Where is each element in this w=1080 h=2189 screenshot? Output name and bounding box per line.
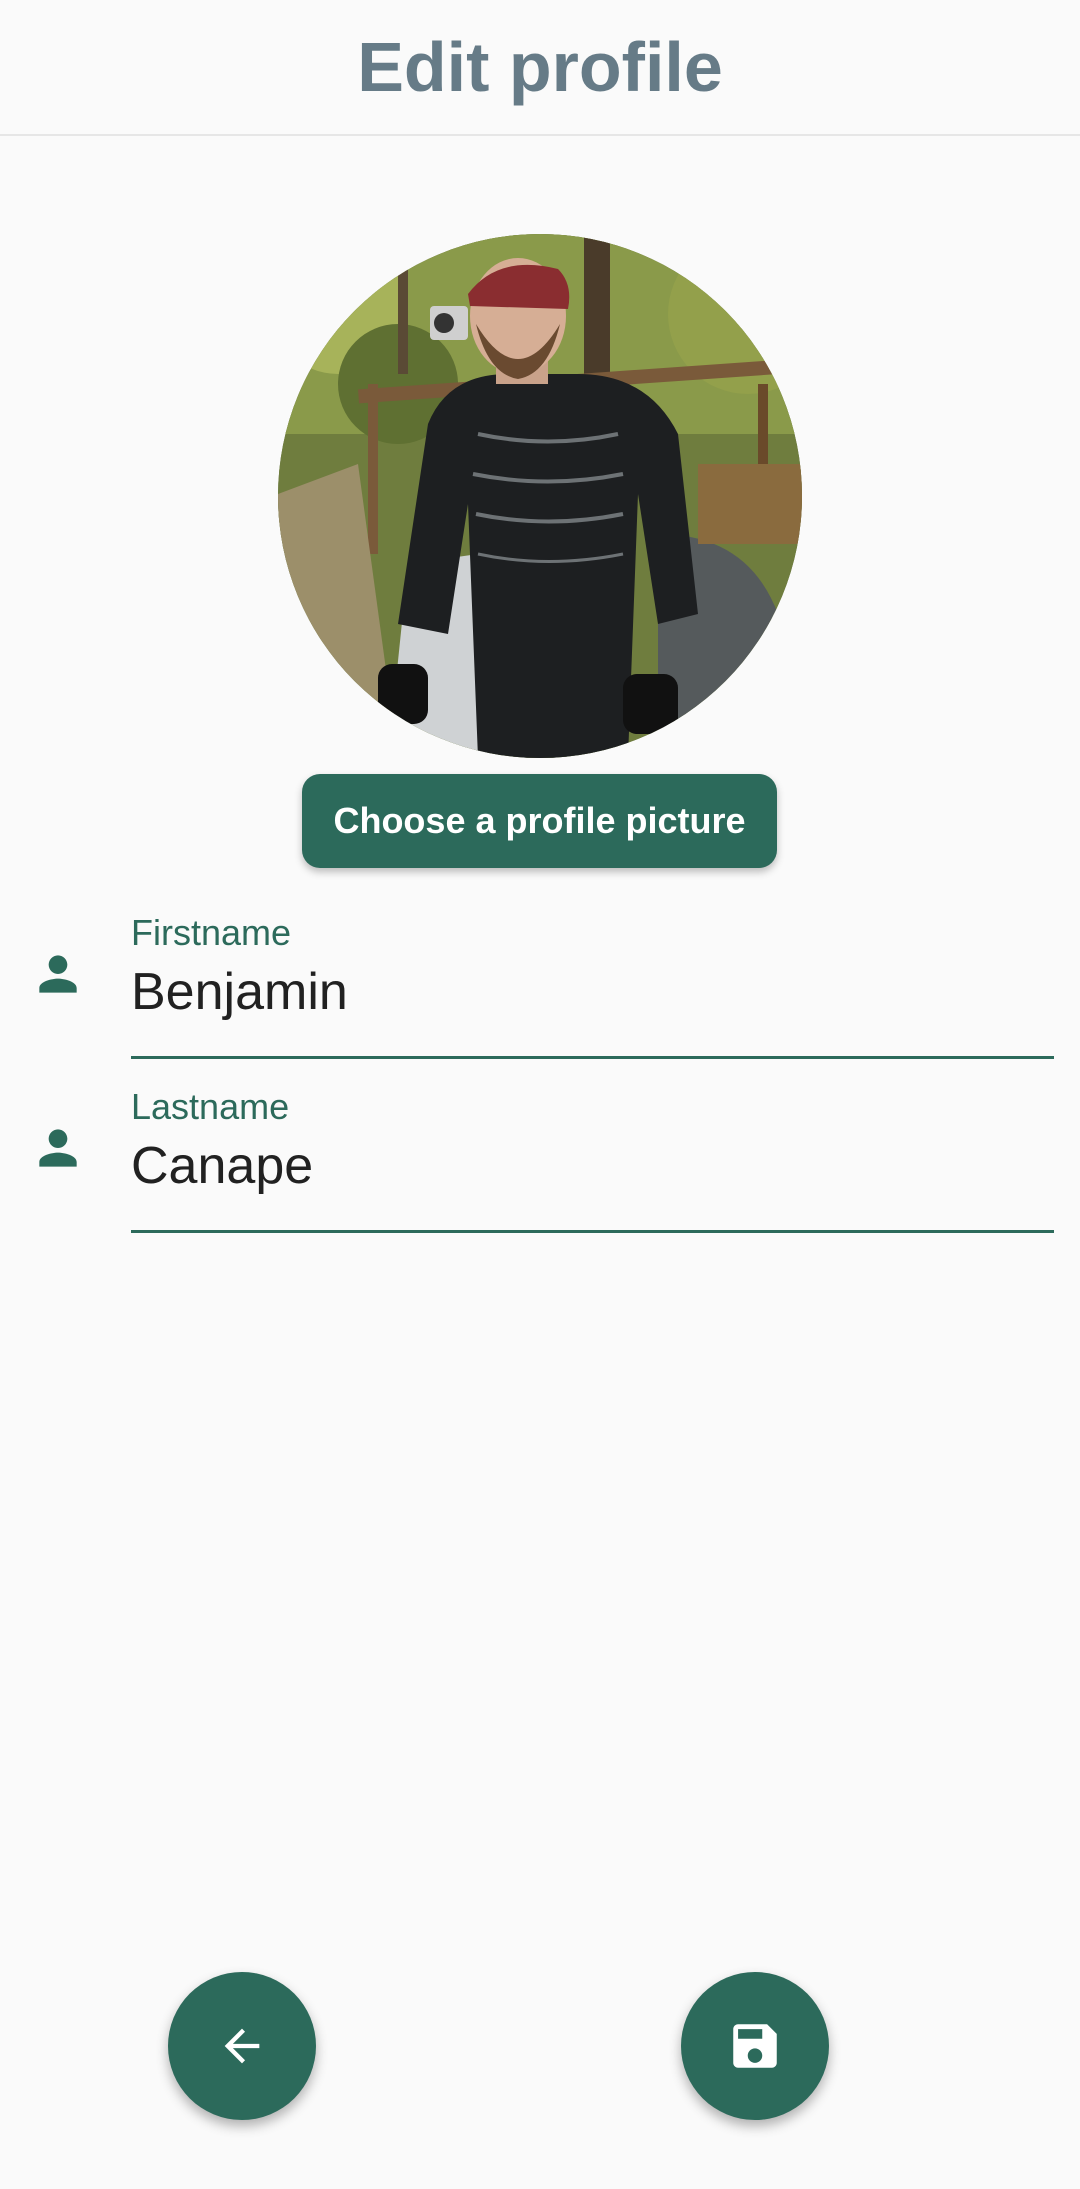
edit-profile-screen: Edit profile Choose a profile picture Fi… xyxy=(0,0,1080,2189)
choose-profile-picture-button[interactable]: Choose a profile picture xyxy=(302,774,777,868)
profile-photo xyxy=(278,234,802,758)
firstname-field[interactable]: Firstname Benjamin xyxy=(0,900,1080,1060)
firstname-label: Firstname xyxy=(131,912,292,953)
lastname-field[interactable]: Lastname Canape xyxy=(0,1074,1080,1234)
lastname-input[interactable]: Canape xyxy=(131,1136,313,1196)
lastname-label: Lastname xyxy=(131,1086,290,1127)
person-icon xyxy=(39,1129,77,1167)
back-button[interactable] xyxy=(168,1972,316,2120)
avatar[interactable] xyxy=(278,234,802,758)
firstname-input[interactable]: Benjamin xyxy=(131,962,348,1022)
lastname-underline xyxy=(131,1230,1054,1233)
firstname-underline xyxy=(131,1056,1054,1059)
save-icon xyxy=(733,2024,777,2068)
person-icon xyxy=(39,955,77,993)
arrow-left-icon xyxy=(224,2028,260,2064)
page-title: Edit profile xyxy=(357,28,723,106)
save-button[interactable] xyxy=(681,1972,829,2120)
app-bar: Edit profile xyxy=(0,0,1080,136)
